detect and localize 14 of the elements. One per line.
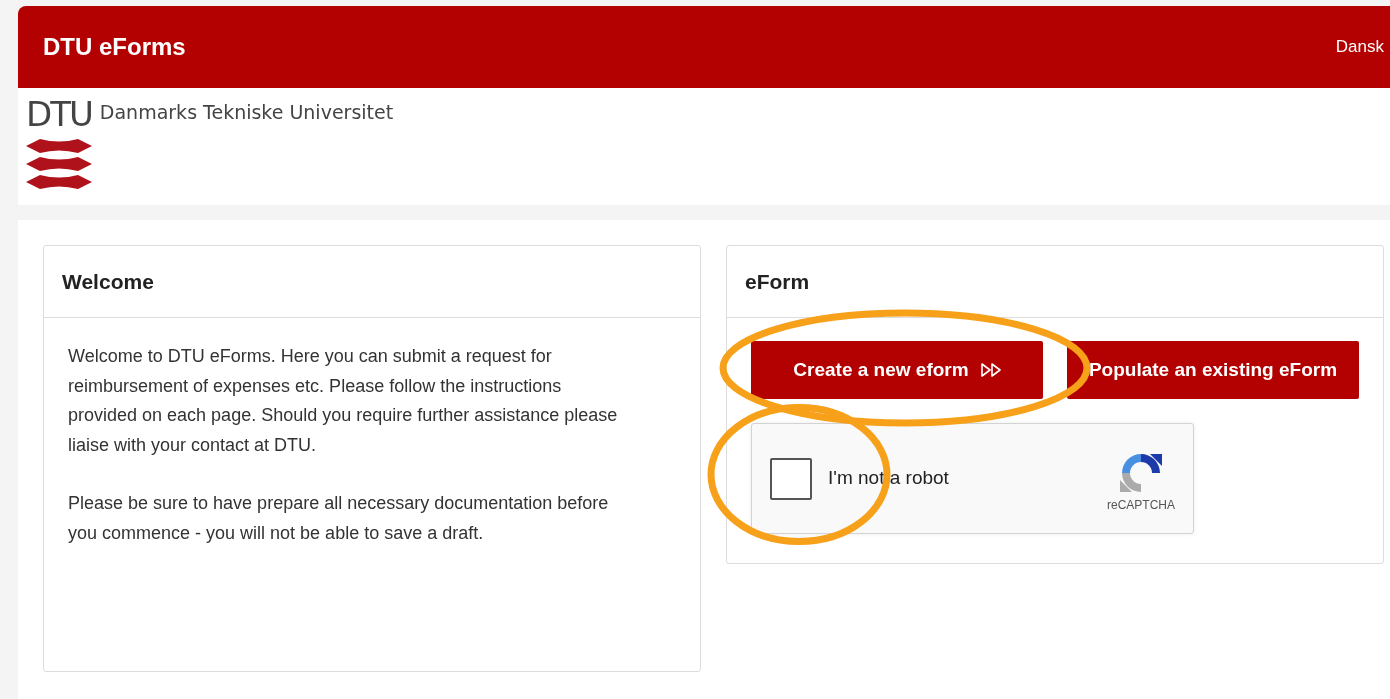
captcha-brand: reCAPTCHA [1107,496,1175,514]
university-name: Danmarks Tekniske Universitet [99,100,394,125]
double-arrow-icon [980,363,1001,377]
form-button[interactable]: Create a new eform [751,341,1043,399]
panel-title: eForm [727,246,1383,318]
welcome-text: Please be sure to have prepare all necessary documentation before you commence - you will not be able to save a draft. [68,492,610,545]
site-title: DTU eForms [43,32,186,62]
captcha-checkbox[interactable] [770,457,812,500]
waves-drawing [26,138,92,190]
language-link[interactable]: Dansk [1335,34,1384,60]
form-button[interactable]: Populate an existing eForm [1067,341,1359,399]
logo-text: DTU [26,94,92,134]
welcome-text: Welcome to DTU eForms. Here you can submit a request for reimbursement of expenses etc. Please follow the instructions provided on each page. Should you require further assistance please liaise with your contact at DTU. [68,345,619,457]
panel-title: Welcome [44,246,700,318]
